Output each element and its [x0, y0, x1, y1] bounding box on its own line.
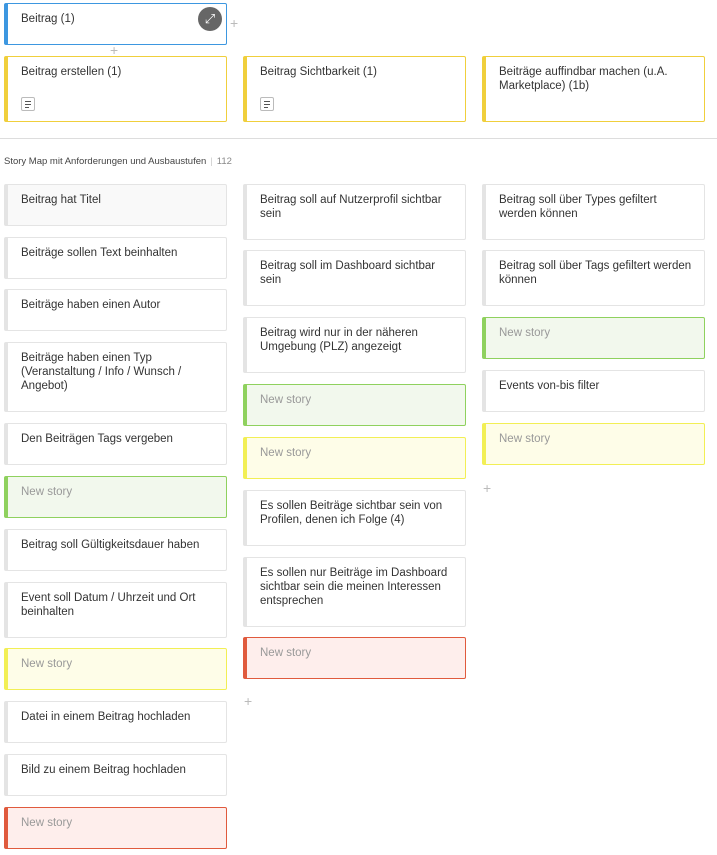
new-story-card[interactable]: New story	[4, 476, 227, 518]
story-text: Beitrag wird nur in der näheren Umgebung…	[260, 327, 418, 353]
story-text: New story	[260, 394, 312, 406]
story-card[interactable]: Bild zu einem Beitrag hochladen	[4, 754, 227, 796]
story-card[interactable]: Beitrag soll auf Nutzerprofil sichtbar s…	[243, 184, 466, 240]
feature-card[interactable]: Beiträge auffindbar machen (u.A. Marketp…	[482, 56, 705, 122]
story-text: New story	[260, 447, 312, 459]
story-text: New story	[21, 658, 73, 670]
story-text: New story	[21, 817, 73, 829]
story-text: Events von-bis filter	[499, 380, 600, 392]
story-text: Beitrag soll im Dashboard sichtbar sein	[260, 260, 436, 286]
expand-icon[interactable]: ⤢	[198, 7, 222, 31]
new-story-card[interactable]: New story	[243, 384, 466, 426]
feature-label: Beiträge auffindbar machen (u.A. Marketp…	[499, 66, 668, 92]
story-text: Beitrag soll auf Nutzerprofil sichtbar s…	[260, 194, 442, 220]
story-text: Beitrag hat Titel	[21, 194, 101, 206]
story-text: Beitrag soll über Types gefiltert werden…	[499, 194, 657, 220]
story-text: Beiträge haben einen Autor	[21, 299, 161, 311]
story-card[interactable]: Datei in einem Beitrag hochladen	[4, 701, 227, 743]
story-card[interactable]: Event soll Datum / Uhrzeit und Ort beinh…	[4, 582, 227, 638]
story-card[interactable]: Beitrag wird nur in der näheren Umgebung…	[243, 317, 466, 373]
story-text: Den Beiträgen Tags vergeben	[21, 433, 173, 445]
section-title: Story Map mit Anforderungen und Ausbaust…	[4, 156, 232, 167]
new-story-card[interactable]: New story	[243, 637, 466, 679]
section-title-text: Story Map mit Anforderungen und Ausbaust…	[4, 156, 207, 167]
story-text: New story	[260, 647, 312, 659]
document-icon[interactable]	[260, 97, 274, 111]
story-card[interactable]: Beitrag soll über Types gefiltert werden…	[482, 184, 705, 240]
epic-card[interactable]: Beitrag (1) ⤢	[4, 3, 227, 45]
story-card[interactable]: Beiträge haben einen Autor	[4, 289, 227, 331]
story-card[interactable]: Den Beiträgen Tags vergeben	[4, 423, 227, 465]
story-text: Es sollen Beiträge sichtbar sein von Pro…	[260, 500, 443, 526]
story-count: 112	[216, 156, 232, 167]
document-icon[interactable]	[21, 97, 35, 111]
story-card[interactable]: Beitrag soll über Tags gefiltert werden …	[482, 250, 705, 306]
story-text: Bild zu einem Beitrag hochladen	[21, 764, 186, 776]
feature-card[interactable]: Beitrag erstellen (1)	[4, 56, 227, 122]
story-text: Datei in einem Beitrag hochladen	[21, 711, 191, 723]
story-card[interactable]: Beitrag soll im Dashboard sichtbar sein	[243, 250, 466, 306]
story-text: Beiträge sollen Text beinhalten	[21, 247, 178, 259]
story-card[interactable]: Beiträge sollen Text beinhalten	[4, 237, 227, 279]
story-text: New story	[499, 327, 551, 339]
story-card[interactable]: Es sollen nur Beiträge im Dashboard sich…	[243, 557, 466, 627]
add-feature-plus-icon[interactable]: +	[110, 43, 118, 57]
story-text: Beitrag soll über Tags gefiltert werden …	[499, 260, 692, 286]
feature-card[interactable]: Beitrag Sichtbarkeit (1)	[243, 56, 466, 122]
story-card[interactable]: Beiträge haben einen Typ (Veranstaltung …	[4, 342, 227, 412]
story-text: Event soll Datum / Uhrzeit und Ort beinh…	[21, 592, 196, 618]
add-story-plus-icon[interactable]: +	[244, 694, 252, 708]
story-card[interactable]: Beitrag soll Gültigkeitsdauer haben	[4, 529, 227, 571]
story-text: New story	[21, 486, 73, 498]
section-divider	[0, 138, 717, 139]
add-epic-plus-icon[interactable]: +	[230, 16, 238, 30]
new-story-card[interactable]: New story	[4, 648, 227, 690]
story-text: Beitrag soll Gültigkeitsdauer haben	[21, 539, 200, 551]
epic-label: Beitrag (1)	[21, 13, 75, 25]
story-card[interactable]: Events von-bis filter	[482, 370, 705, 412]
add-story-plus-icon[interactable]: +	[483, 481, 491, 495]
story-text: Beiträge haben einen Typ (Veranstaltung …	[21, 352, 182, 392]
new-story-card[interactable]: New story	[4, 807, 227, 849]
feature-label: Beitrag erstellen (1)	[21, 66, 122, 78]
new-story-card[interactable]: New story	[482, 423, 705, 465]
new-story-card[interactable]: New story	[243, 437, 466, 479]
new-story-card[interactable]: New story	[482, 317, 705, 359]
story-card[interactable]: Es sollen Beiträge sichtbar sein von Pro…	[243, 490, 466, 546]
story-text: Es sollen nur Beiträge im Dashboard sich…	[260, 567, 448, 607]
feature-label: Beitrag Sichtbarkeit (1)	[260, 66, 377, 78]
story-text: New story	[499, 433, 551, 445]
story-card[interactable]: Beitrag hat Titel	[4, 184, 227, 226]
